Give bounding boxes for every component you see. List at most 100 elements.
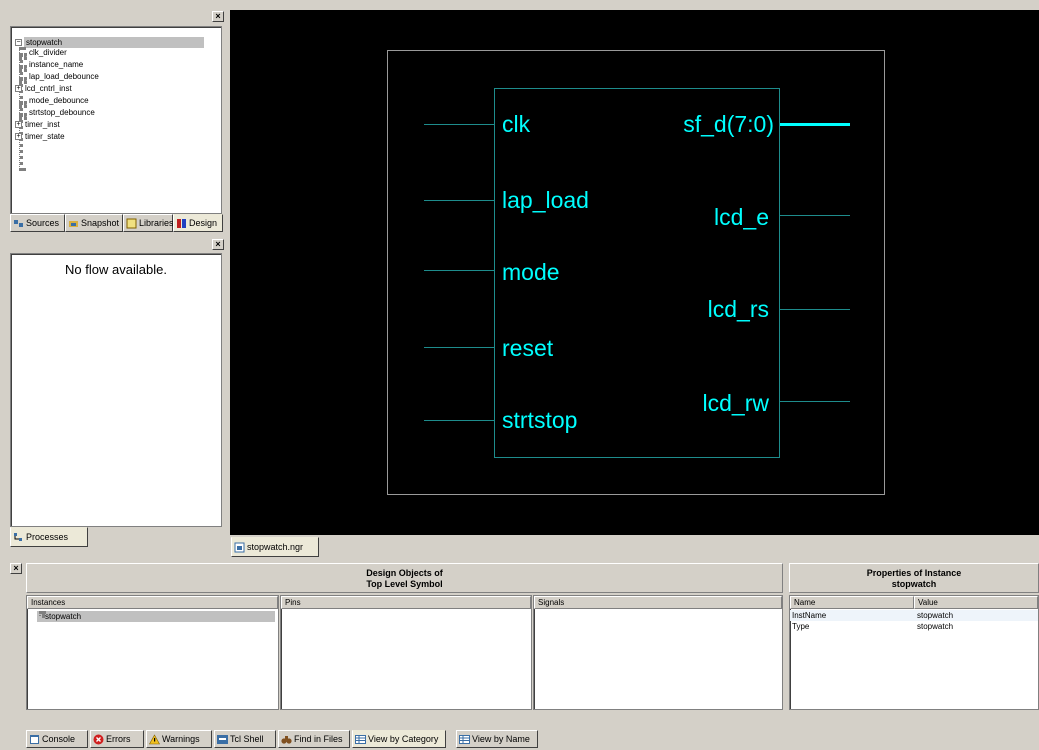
table-icon [459,734,470,745]
sources-tree: − stopwatch clk_divider instance_name la… [10,26,222,214]
properties-header: Properties of Instance stopwatch [789,563,1039,593]
snapshot-icon [68,218,79,229]
tree-guide [39,611,45,616]
tree-branch [19,101,27,105]
properties-title-1: Properties of Instance [866,568,962,578]
pin-wire [780,309,850,310]
binoculars-icon [281,734,292,745]
tab-label: Find in Files [294,734,343,744]
tab-console[interactable]: Console [26,730,88,748]
instance-row-selected[interactable]: stopwatch [37,611,275,622]
expand-icon[interactable]: + [15,133,22,140]
tab-label: Design [189,218,218,228]
property-row[interactable]: InstName stopwatch [790,610,1038,621]
properties-table[interactable]: Name Value InstName stopwatch Type stopw… [789,595,1039,710]
processes-area: No flow available. [10,253,222,527]
schematic-file-icon [234,542,245,553]
property-value: stopwatch [917,622,954,631]
pin-wire [424,420,494,421]
pin-label: lcd_rs [707,296,769,322]
expand-icon[interactable]: + [15,85,22,92]
property-name: InstName [792,611,827,620]
value-column-header[interactable]: Value [914,596,1038,609]
schematic-canvas[interactable]: clk lap_load mode reset strtstop sf_d(7:… [230,10,1039,535]
table-icon [355,734,366,745]
bus-wire [780,123,850,126]
tab-view-by-name[interactable]: View by Name [456,730,538,748]
design-objects-header: Design Objects of Top Level Symbol [26,563,783,593]
tab-label: Processes [26,532,69,542]
tab-label: View by Name [472,734,530,744]
warning-icon [148,733,161,745]
tab-processes[interactable]: Processes [10,527,88,547]
console-icon [29,734,40,745]
signals-header[interactable]: Signals [534,596,782,609]
pin-label: lcd_rw [702,390,769,416]
tree-item-label: timer_state [25,132,65,141]
tab-stopwatch-ngr[interactable]: stopwatch.ngr [231,537,319,557]
pin-label: sf_d(7:0) [683,111,774,137]
tree-root-label: stopwatch [26,38,63,47]
pin-label: mode [502,259,560,285]
pin-wire [424,270,494,271]
tab-tcl-shell[interactable]: Tcl Shell [214,730,276,748]
pin-wire [780,215,850,216]
tab-find-in-files[interactable]: Find in Files [278,730,350,748]
tab-label: Tcl Shell [230,734,264,744]
property-name: Type [792,622,810,631]
property-row[interactable]: Type stopwatch [790,621,1038,632]
processes-icon [13,532,24,543]
design-objects-title-2: Top Level Symbol [366,579,443,589]
tab-label: Libraries [139,218,174,228]
tab-snapshot[interactable]: Snapshot [65,214,123,232]
tab-label: Snapshot [81,218,120,228]
tab-label: View by Category [368,734,439,744]
sources-panel: × − stopwatch clk_divider instance_name … [8,8,226,233]
tab-sources[interactable]: Sources [10,214,65,232]
pin-wire [424,200,494,201]
expand-icon[interactable]: + [15,121,22,128]
close-icon[interactable]: × [212,11,224,22]
bottom-tab-bar: Console Errors Warnings Tcl Shell Find i… [26,730,1039,750]
pin-label: lcd_e [714,204,769,230]
close-icon[interactable]: × [212,239,224,250]
tab-label: Warnings [162,734,200,744]
instance-label: stopwatch [45,612,82,621]
tcl-icon [217,734,228,745]
libraries-icon [126,218,137,229]
processes-panel: × No flow available. Processes [8,235,226,553]
tree-branch [19,113,27,117]
tab-errors[interactable]: Errors [90,730,144,748]
tree-item-label: lcd_cntrl_inst [25,84,72,93]
collapse-icon[interactable]: − [15,39,22,46]
tree-root-selected[interactable]: stopwatch [24,37,204,48]
instances-header[interactable]: Instances [27,596,278,609]
tab-design[interactable]: Design [173,214,223,232]
tab-libraries[interactable]: Libraries [123,214,174,232]
pin-label: reset [502,335,554,361]
signals-list[interactable]: Signals [533,595,783,710]
close-icon[interactable]: × [10,563,22,574]
design-objects-title-1: Design Objects of [366,568,443,578]
tree-branch [19,53,27,57]
pin-wire [424,347,494,348]
no-flow-message: No flow available. [65,262,167,277]
tab-view-by-category[interactable]: View by Category [352,730,446,748]
instances-list[interactable]: Instances stopwatch [26,595,279,710]
pin-wire [424,124,494,125]
pin-label: lap_load [502,187,589,213]
pins-list[interactable]: Pins [280,595,532,710]
tree-item-label: lap_load_debounce [29,72,99,81]
tree-item-label: mode_debounce [29,96,89,105]
tab-warnings[interactable]: Warnings [146,730,212,748]
sources-icon [13,218,24,229]
pin-wire [780,401,850,402]
error-icon [93,734,104,745]
name-column-header[interactable]: Name [790,596,914,609]
tree-item-label: instance_name [29,60,84,69]
tab-label: Errors [106,734,131,744]
pins-header[interactable]: Pins [281,596,531,609]
tree-item-label: timer_inst [25,120,60,129]
tab-label: Console [42,734,76,744]
tree-item-label: strtstop_debounce [29,108,95,117]
